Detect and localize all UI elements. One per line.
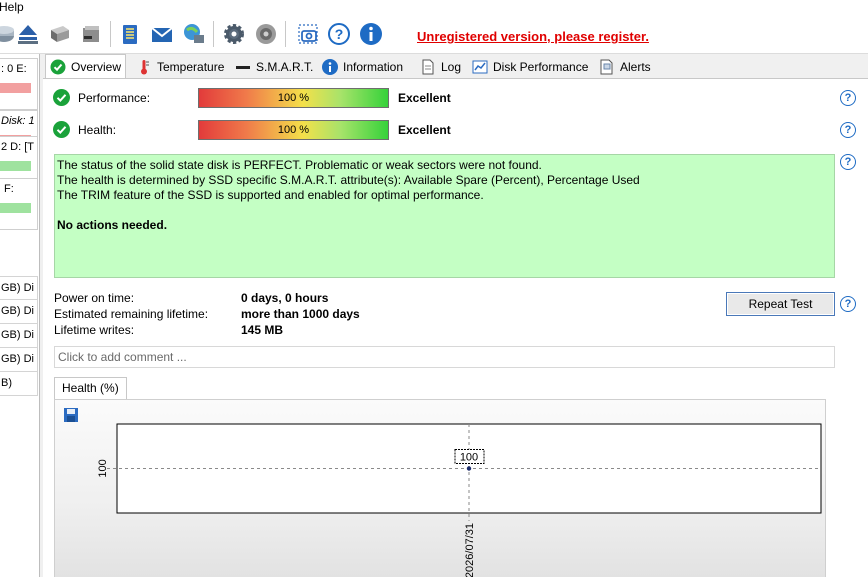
tab-information[interactable]: Information [318, 56, 407, 78]
status-line: The health is determined by SSD specific… [57, 173, 640, 187]
tab-smart[interactable]: S.M.A.R.T. [231, 56, 317, 78]
tab-label: Alerts [620, 60, 651, 74]
repeat-test-button[interactable]: Repeat Test [726, 292, 835, 316]
status-box: The status of the solid state disk is PE… [54, 154, 835, 278]
health-chart-panel: 100 2026/07/31 100 [54, 399, 826, 577]
speaker-icon[interactable] [252, 20, 280, 48]
performance-bar: 100 % [198, 88, 389, 108]
device-item[interactable]: F: [0, 178, 38, 230]
list-item[interactable]: GB) Di [0, 300, 38, 324]
health-label: Health: [78, 123, 117, 137]
help-icon[interactable]: ? [840, 154, 856, 170]
tab-label: Overview [71, 59, 122, 74]
lifetime-value: more than 1000 days [241, 307, 360, 321]
comment-input[interactable]: Click to add comment ... [54, 346, 835, 368]
camera-icon[interactable] [294, 20, 322, 48]
menu-help[interactable]: Help [0, 0, 24, 15]
device-label: Disk: 1 [1, 115, 35, 127]
x-tick-label: 2026/07/31 [464, 523, 476, 577]
health-chart: 100 2026/07/31 100 [97, 423, 822, 577]
health-rating: Excellent [398, 123, 451, 137]
device-item[interactable]: : 0 E: [0, 58, 38, 110]
tab-label: Information [343, 60, 404, 74]
device-label: F: [4, 183, 14, 195]
help-icon[interactable]: ? [840, 296, 856, 312]
tab-temperature[interactable]: Temperature [132, 56, 228, 78]
notepad-icon[interactable] [116, 20, 144, 48]
info-icon[interactable] [357, 20, 385, 48]
check-icon [53, 121, 70, 138]
device-label: 2 D: [T [1, 141, 35, 153]
drive-icon[interactable] [77, 20, 105, 48]
status-line: The status of the solid state disk is PE… [57, 158, 542, 172]
device-health-bar [0, 83, 31, 93]
eject-icon[interactable] [14, 20, 42, 48]
svg-text:?: ? [335, 26, 344, 42]
hdd-icon[interactable] [45, 20, 73, 48]
document-icon [420, 59, 436, 75]
overview-panel: Performance: 100 % Excellent ? Health: 1… [43, 78, 868, 577]
health-value: 100 % [277, 124, 310, 136]
tab-label: Temperature [157, 60, 225, 74]
network-icon[interactable] [180, 20, 208, 48]
lifetime-label: Estimated remaining lifetime: [54, 307, 209, 321]
tab-log[interactable]: Log [416, 56, 465, 78]
status-action: No actions needed. [57, 218, 168, 232]
list-item[interactable]: B) [0, 372, 38, 396]
tab-label: Log [441, 60, 462, 74]
tab-label: S.M.A.R.T. [256, 60, 314, 74]
status-line: The TRIM feature of the SSD is supported… [57, 188, 484, 202]
toolbar: ? Unregistered version, please register. [0, 16, 868, 54]
chart-icon [472, 59, 488, 75]
mail-icon[interactable] [148, 20, 176, 48]
thermometer-icon [136, 59, 152, 75]
list-item[interactable]: GB) Di [0, 276, 38, 300]
info-icon [322, 59, 338, 75]
device-health-bar [0, 161, 31, 171]
register-link[interactable]: Unregistered version, please register. [417, 29, 649, 44]
check-icon [50, 59, 66, 75]
menu-bar: Help [0, 0, 868, 16]
performance-value: 100 % [277, 92, 310, 104]
disk-list: GB) Di GB) Di GB) Di GB) Di B) [0, 276, 38, 396]
device-panel: : 0 E: Disk: 1 2 D: [T F: GB) Di GB) Di … [0, 54, 40, 577]
tab-disk-performance[interactable]: Disk Performance [468, 56, 592, 78]
check-icon [53, 89, 70, 106]
writes-value: 145 MB [241, 323, 284, 337]
help-icon[interactable]: ? [325, 20, 353, 48]
data-label: 100 [460, 452, 478, 464]
list-item[interactable]: GB) Di [0, 324, 38, 348]
data-point [466, 466, 472, 471]
power-on-value: 0 days, 0 hours [241, 291, 329, 305]
help-icon[interactable]: ? [840, 122, 856, 138]
performance-rating: Excellent [398, 91, 451, 105]
help-icon[interactable]: ? [840, 90, 856, 106]
list-item[interactable]: GB) Di [0, 348, 38, 372]
device-label: : 0 E: [1, 63, 27, 75]
gear-icon[interactable] [220, 20, 248, 48]
tab-label: Disk Performance [493, 60, 589, 74]
power-on-label: Power on time: [54, 291, 135, 305]
device-health-bar [0, 203, 31, 213]
health-bar: 100 % [198, 120, 389, 140]
writes-label: Lifetime writes: [54, 323, 135, 337]
tab-overview[interactable]: Overview [45, 54, 127, 78]
performance-label: Performance: [78, 91, 151, 105]
tab-health-chart[interactable]: Health (%) [54, 377, 127, 399]
dash-icon [235, 59, 251, 75]
tab-bar: Overview Temperature S.M.A.R.T. Informat… [43, 54, 868, 78]
tab-alerts[interactable]: Alerts [595, 56, 655, 78]
y-tick-label: 100 [97, 459, 109, 477]
alert-icon [599, 59, 615, 75]
